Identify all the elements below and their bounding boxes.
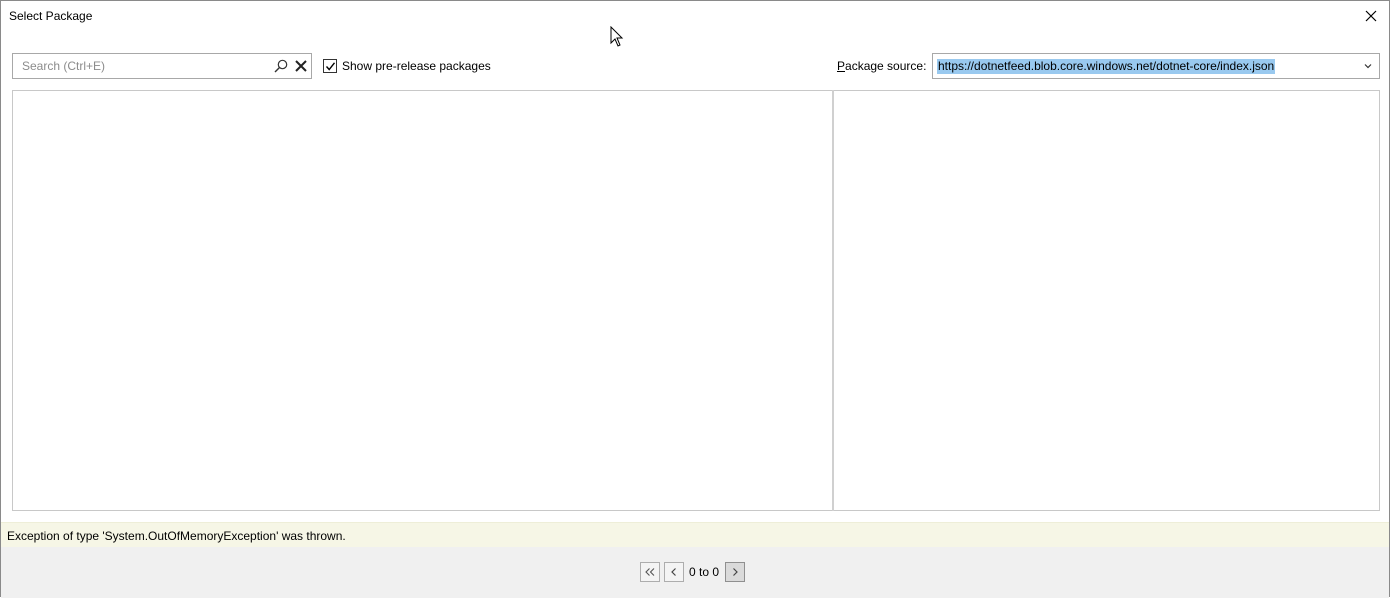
close-icon	[1365, 10, 1377, 22]
package-list-pane[interactable]	[12, 90, 834, 511]
chevron-right-icon	[733, 568, 738, 576]
double-chevron-left-icon	[645, 568, 655, 576]
accesskey-letter: P	[837, 59, 846, 73]
search-icon[interactable]	[274, 59, 288, 73]
first-page-button[interactable]	[640, 562, 660, 582]
previous-page-button[interactable]	[664, 562, 684, 582]
dialog-title: Select Package	[9, 9, 93, 23]
page-range: 0 to 0	[689, 565, 720, 579]
footer: 0 to 0	[1, 547, 1389, 598]
package-details-pane	[833, 90, 1380, 511]
chevron-left-icon	[671, 568, 676, 576]
next-page-button[interactable]	[725, 562, 746, 582]
checkbox-box[interactable]	[323, 59, 337, 73]
checkmark-icon	[325, 61, 335, 71]
package-source-dropdown[interactable]: https://dotnetfeed.blob.core.windows.net…	[932, 53, 1380, 79]
chevron-down-icon[interactable]	[1363, 62, 1373, 70]
search-box	[12, 53, 312, 79]
package-source-label: Package source:	[837, 59, 926, 73]
search-input[interactable]	[13, 54, 271, 78]
prerelease-label: Show pre-release packages	[342, 59, 491, 73]
clear-icon[interactable]	[294, 59, 308, 73]
package-source-label-text: ackage source:	[845, 59, 927, 73]
pager: 0 to 0	[640, 562, 749, 582]
pane-splitter[interactable]	[832, 90, 834, 511]
close-button[interactable]	[1359, 5, 1383, 27]
error-message: Exception of type 'System.OutOfMemoryExc…	[7, 529, 346, 543]
mouse-pointer-icon	[610, 26, 624, 47]
title-bar: Select Package	[1, 1, 1389, 33]
error-bar: Exception of type 'System.OutOfMemoryExc…	[1, 522, 1389, 547]
select-package-dialog: Select Package Show pre-release packages…	[0, 0, 1390, 598]
package-source-value[interactable]: https://dotnetfeed.blob.core.windows.net…	[937, 59, 1276, 74]
prerelease-checkbox[interactable]: Show pre-release packages	[323, 58, 491, 74]
